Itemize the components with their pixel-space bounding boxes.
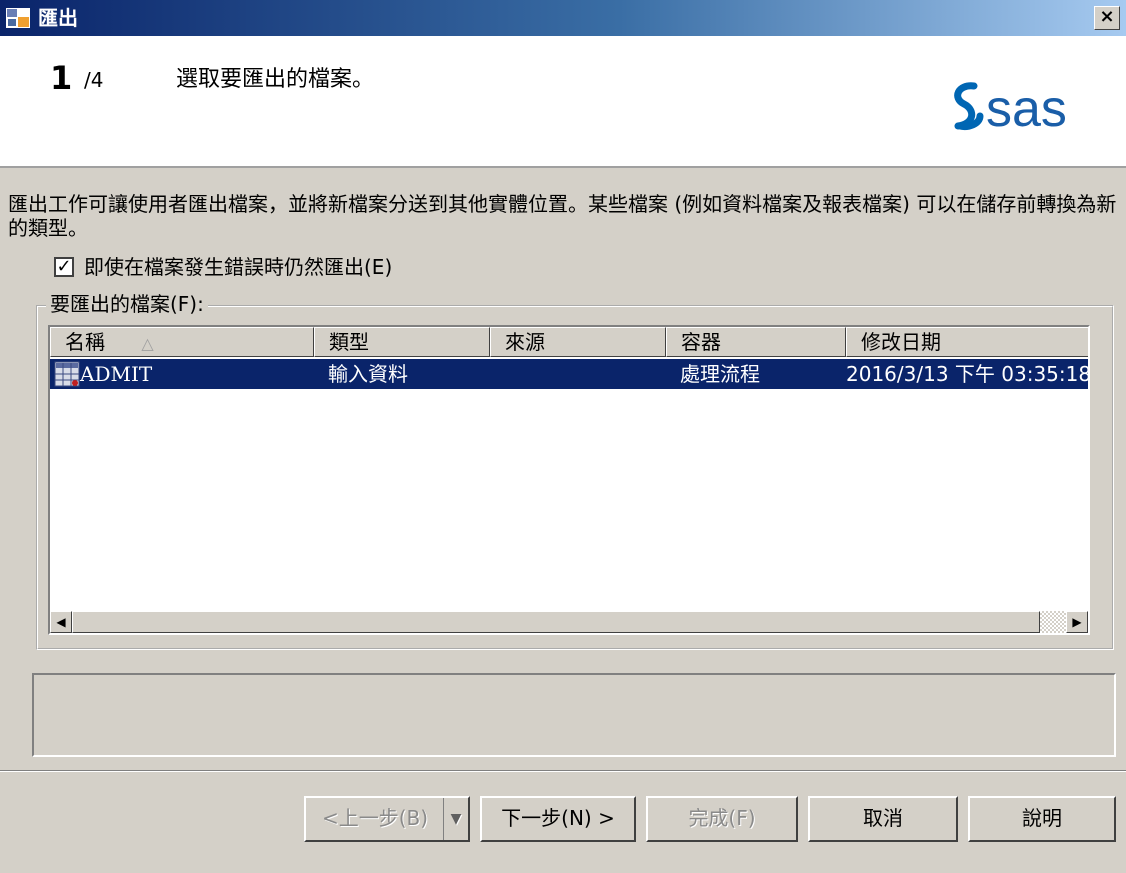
close-icon: ×	[1099, 6, 1115, 27]
arrow-right-icon: ▶	[1072, 615, 1082, 629]
next-button-label: 下一步(N) >	[501, 806, 615, 830]
column-label: 類型	[329, 330, 369, 354]
sort-ascending-icon: △	[141, 334, 154, 353]
finish-button[interactable]: 完成(F)	[646, 796, 798, 842]
files-group-label: 要匯出的檔案(F):	[46, 292, 208, 316]
step-total: /4	[84, 68, 104, 92]
column-header-type[interactable]: 類型	[314, 327, 490, 357]
step-number: 1	[50, 59, 73, 97]
table-row[interactable]: ADMIT 輸入資料 處理流程 2016/3/13 下午 03:35:18	[50, 359, 1090, 389]
sas-s-icon: sas	[954, 80, 1067, 138]
scrollbar-thumb[interactable]	[72, 611, 1040, 633]
status-panel	[32, 673, 1116, 757]
data-table-icon	[54, 361, 80, 387]
description-text: 匯出工作可讓使用者匯出檔案，並將新檔案分送到其他實體位置。某些檔案 (例如資料檔…	[8, 192, 1117, 240]
cell-type: 輸入資料	[328, 362, 408, 386]
horizontal-scrollbar[interactable]: ◀ ▶	[50, 611, 1088, 633]
column-header-source[interactable]: 來源	[490, 327, 666, 357]
export-dialog: 匯出 × 1 /4 選取要匯出的檔案。 sas 匯出工作可讓使用者匯出檔案，並將…	[0, 0, 1126, 873]
button-separator	[0, 770, 1126, 772]
column-header-modified[interactable]: 修改日期	[846, 327, 1088, 357]
column-label: 名稱	[65, 330, 105, 354]
title-bar[interactable]: 匯出 ×	[0, 0, 1126, 36]
cell-modified: 2016/3/13 下午 03:35:18	[846, 362, 1090, 386]
dropdown-arrow-icon[interactable]: ▼	[443, 798, 468, 840]
help-button-label: 說明	[1022, 806, 1062, 830]
back-button-label: <上一步(B)	[321, 806, 429, 830]
arrow-left-icon: ◀	[56, 615, 66, 629]
export-on-error-label[interactable]: 即使在檔案發生錯誤時仍然匯出(E)	[84, 255, 392, 279]
close-button[interactable]: ×	[1094, 6, 1120, 30]
column-label: 容器	[681, 330, 721, 354]
finish-button-label: 完成(F)	[688, 806, 756, 830]
list-header: 名稱 △ 類型 來源 容器 修改日期	[50, 327, 1088, 357]
export-on-error-checkbox[interactable]: ✓	[54, 257, 74, 277]
cancel-button-label: 取消	[863, 806, 903, 830]
step-title: 選取要匯出的檔案。	[176, 67, 375, 92]
scroll-right-button[interactable]: ▶	[1066, 611, 1088, 633]
column-header-container[interactable]: 容器	[666, 327, 846, 357]
cell-container: 處理流程	[680, 362, 760, 386]
column-label: 來源	[505, 330, 545, 354]
help-button[interactable]: 說明	[968, 796, 1116, 842]
svg-text:sas: sas	[986, 80, 1067, 136]
column-label: 修改日期	[861, 330, 941, 354]
checkmark-icon: ✓	[56, 256, 72, 277]
cancel-button[interactable]: 取消	[808, 796, 958, 842]
back-button[interactable]: <上一步(B) ▼	[304, 796, 470, 842]
cell-name: ADMIT	[80, 362, 153, 386]
sas-logo: sas	[940, 76, 1120, 138]
next-button[interactable]: 下一步(N) >	[480, 796, 636, 842]
wizard-header: 1 /4 選取要匯出的檔案。 sas	[0, 36, 1126, 168]
scroll-left-button[interactable]: ◀	[50, 611, 72, 633]
window-title: 匯出	[38, 6, 78, 30]
export-app-icon	[6, 8, 30, 28]
column-header-name[interactable]: 名稱 △	[50, 327, 314, 357]
export-on-error-option[interactable]: ✓ 即使在檔案發生錯誤時仍然匯出(E)	[54, 254, 392, 280]
files-list[interactable]: 名稱 △ 類型 來源 容器 修改日期 ADMIT 輸入資料 處理流程 2016/…	[48, 325, 1090, 635]
